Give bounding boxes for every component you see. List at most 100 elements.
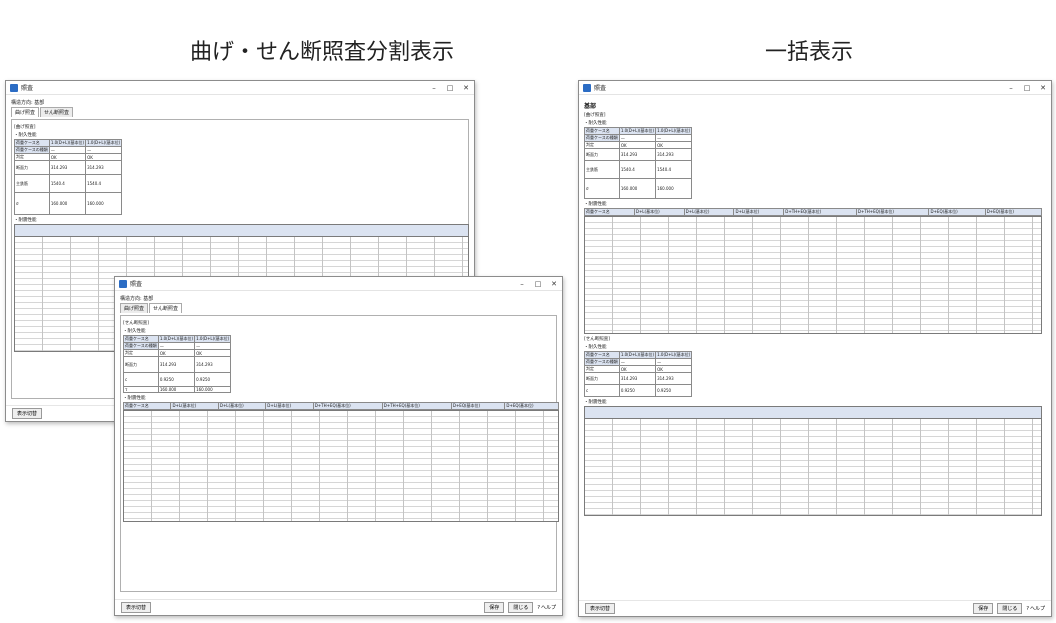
cell: — <box>655 134 693 142</box>
cell: — <box>85 146 123 154</box>
shear-durability-table: 荷重ケース名 1.0(D+L)(基本位) 1.0(D+L)(基本位) 荷重ケースの種… <box>584 351 693 397</box>
shear-seismic-table <box>584 406 1042 516</box>
maximize-icon[interactable]: □ <box>1019 81 1035 95</box>
cell: 314.293 <box>618 372 657 385</box>
window-title: 照査 <box>130 281 143 288</box>
help-icon: ? <box>537 604 540 611</box>
cell-col-c: D+EQ(基本位) <box>984 208 1043 216</box>
display-switch-button[interactable]: 表示切替 <box>12 408 43 419</box>
cell-force: 断面力 <box>584 372 620 385</box>
tab-shear[interactable]: せん断照査 <box>149 303 183 313</box>
minimize-icon[interactable]: – <box>426 81 442 95</box>
cell: 314.293 <box>157 356 196 373</box>
titlebar: 照査 – □ ✕ <box>6 81 474 95</box>
app-icon <box>119 279 127 288</box>
cell-ok: OK <box>194 349 232 357</box>
cell: 160.000 <box>194 386 232 393</box>
sub-seismic: ・耐震性能 <box>123 396 146 401</box>
cell-col1: 1.0(D+L)(基本位) <box>157 335 196 343</box>
tab-shear[interactable]: せん断照査 <box>40 107 74 117</box>
maximize-icon[interactable]: □ <box>530 277 546 291</box>
cell-col1: 1.0(D+L)(基本位) <box>618 127 657 135</box>
cell-load-type: 荷重ケースの種類 <box>123 342 159 350</box>
cell-col2: 1.0(D+L)(基本位) <box>85 139 123 147</box>
sub-durability: ・耐久性能 <box>123 329 146 334</box>
cell: 1540.4 <box>618 160 657 179</box>
cell-col-c: D+EQ(基本位) <box>504 402 559 410</box>
durability-table: 荷重ケース名 1.0(D+L)(基本位) 1.0(D+L)(基本位) 荷重ケースの種… <box>14 139 123 215</box>
close-button[interactable]: 閉じる <box>508 602 534 613</box>
cell: — <box>655 358 693 366</box>
heading-bulk-display: 一括表示 <box>765 40 854 65</box>
cell: 160.000 <box>85 192 123 215</box>
cell-rebar: 主鉄筋 <box>584 160 620 179</box>
cell-load-case: 荷重ケース名 <box>122 402 172 410</box>
cell: 0.9250 <box>655 384 693 397</box>
bulk-window: 照査 – □ ✕ 基部 [曲げ照査] ・耐久性能 荷重ケース名 1.0(D+L)(… <box>578 80 1052 617</box>
minimize-icon[interactable]: – <box>1003 81 1019 95</box>
sub-seismic: ・耐震性能 <box>584 202 607 207</box>
cell-load-type: 荷重ケースの種類 <box>14 146 50 154</box>
close-icon[interactable]: ✕ <box>546 277 562 291</box>
cell-load-case: 荷重ケース名 <box>584 208 635 216</box>
front-content: 構造方向: 基部 曲げ照査 せん断照査 [せん断照査] ・耐久性能 荷重ケース名… <box>115 292 562 615</box>
titlebar: 照査 – □ ✕ <box>115 277 562 291</box>
footer: 表示切替 保存 閉じる ? ヘルプ <box>579 600 1051 616</box>
minimize-icon[interactable]: – <box>514 277 530 291</box>
cell-col-c: D+EQ(基本位) <box>450 402 506 410</box>
cell-force: 断面力 <box>14 160 50 175</box>
cell-col-b: D+TH+EQ(基本位) <box>783 208 857 216</box>
maximize-icon[interactable]: □ <box>442 81 458 95</box>
cell-col-b: D+TH+EQ(基本位) <box>855 208 930 216</box>
results-panel: [せん断照査] ・耐久性能 荷重ケース名 1.0(D+L)(基本位) 1.0(D+L… <box>120 315 559 592</box>
cell: 0.9250 <box>157 372 196 387</box>
tab-bending[interactable]: 曲げ照査 <box>120 303 149 313</box>
cell: — <box>194 342 232 350</box>
save-button[interactable]: 保存 <box>973 603 994 614</box>
section-bending: [曲げ照査] <box>584 113 606 118</box>
cell-judge: 判定 <box>584 141 620 149</box>
help-button[interactable]: ? ヘルプ <box>1026 605 1045 613</box>
cell: 314.293 <box>618 148 657 161</box>
help-label: ヘルプ <box>540 605 556 611</box>
tab-bar: 曲げ照査 せん断照査 <box>11 107 469 117</box>
close-icon[interactable]: ✕ <box>458 81 474 95</box>
cell: — <box>618 134 657 142</box>
cell-force: 断面力 <box>584 148 620 161</box>
cell: 160.000 <box>48 192 87 215</box>
seismic-table <box>123 410 559 522</box>
close-icon[interactable]: ✕ <box>1035 81 1051 95</box>
cell: 314.293 <box>85 160 123 175</box>
cell-rebar: 主鉄筋 <box>14 174 50 193</box>
cell: — <box>157 342 196 350</box>
bulk-content: 基部 [曲げ照査] ・耐久性能 荷重ケース名 1.0(D+L)(基本位) 1.0(D… <box>579 96 1051 616</box>
cell-col-b: D+TH+EQ(基本位) <box>381 402 452 410</box>
cell-col-a: D+L(基本位) <box>683 208 735 216</box>
cell-load-type: 荷重ケースの種類 <box>584 134 620 142</box>
window-title: 照査 <box>21 85 34 92</box>
direction-label: 構造方向: 基部 <box>11 100 45 106</box>
cell-load-case: 荷重ケース名 <box>14 139 50 147</box>
footer: 表示切替 保存 閉じる ? ヘルプ <box>115 599 562 615</box>
cell-col-a: D+L(基本位) <box>217 402 267 410</box>
cell: 160.000 <box>157 386 196 393</box>
app-icon <box>583 83 591 92</box>
tab-bending[interactable]: 曲げ照査 <box>11 107 40 117</box>
cell: 0.9250 <box>618 384 657 397</box>
tab-bar: 曲げ照査 せん断照査 <box>120 303 557 313</box>
help-button[interactable]: ? ヘルプ <box>537 604 556 612</box>
close-button[interactable]: 閉じる <box>997 603 1023 614</box>
table-header <box>585 407 1041 419</box>
cell-ok: OK <box>48 153 87 161</box>
cell: 1540.4 <box>655 160 693 179</box>
titlebar: 照査 – □ ✕ <box>579 81 1051 95</box>
display-switch-button[interactable]: 表示切替 <box>585 603 616 614</box>
cell: 1540.4 <box>85 174 123 193</box>
app-icon <box>10 83 18 92</box>
cell-col1: 1.0(D+L)(基本位) <box>618 351 657 359</box>
cell-load-type: 荷重ケースの種類 <box>584 358 620 366</box>
direction-label: 構造方向: 基部 <box>120 296 154 302</box>
heading-split-display: 曲げ・せん断照査分割表示 <box>190 40 455 65</box>
save-button[interactable]: 保存 <box>484 602 505 613</box>
display-switch-button[interactable]: 表示切替 <box>121 602 152 613</box>
